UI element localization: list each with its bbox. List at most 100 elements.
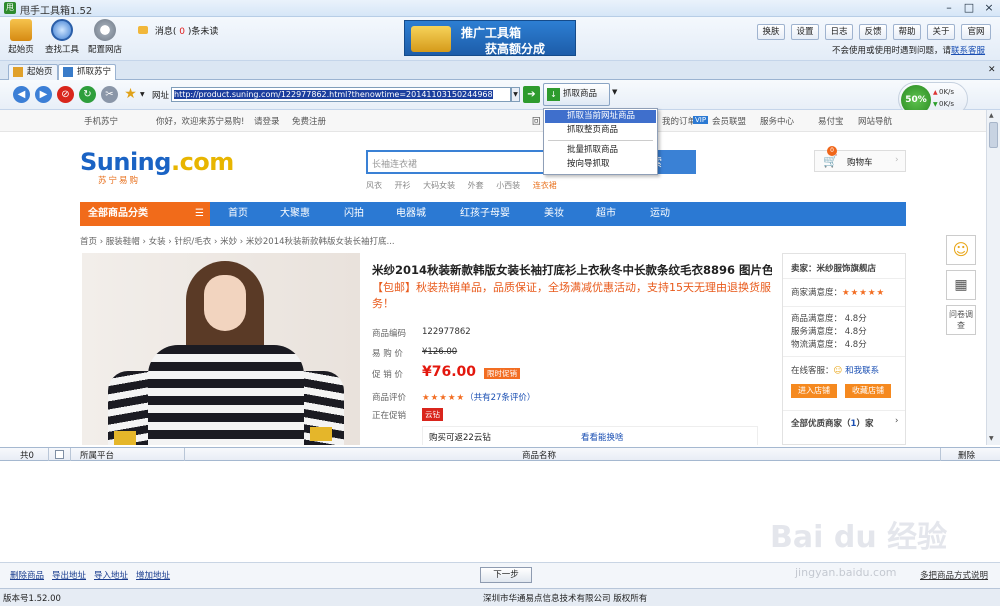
baidu-watermark-url: jingyan.baidu.com: [795, 566, 897, 579]
next-step-button[interactable]: 下一步: [480, 567, 532, 583]
scroll-thumb[interactable]: [989, 122, 998, 148]
home-icon: [13, 67, 23, 77]
favorite-store-button[interactable]: 收藏店铺: [845, 384, 891, 398]
limited-promo-badge: 限时促销: [484, 368, 521, 379]
review-count-link[interactable]: （共有27条评价）: [465, 393, 535, 403]
nav-sports[interactable]: 运动: [650, 202, 670, 226]
col-product-name[interactable]: 商品名称: [522, 449, 556, 461]
forward-arrow-icon[interactable]: ▶: [35, 86, 52, 103]
version-text: 版本号1.52.00: [3, 594, 61, 604]
web-scrollbar[interactable]: ▲ ▼: [986, 110, 1000, 445]
nav-appliance[interactable]: 电器城: [396, 202, 426, 226]
maximize-button[interactable]: □: [960, 1, 978, 15]
suning-nav: 全部商品分类 ☰ 首页 大聚惠 闪拍 电器城 红孩子母婴 美妆 超市 运动: [80, 202, 906, 226]
all-sellers-link[interactable]: 全部优质商家（1）家: [791, 417, 873, 429]
feedback-button[interactable]: 反馈: [859, 24, 887, 40]
grab-product-button[interactable]: ↓ 抓取商品: [543, 83, 610, 106]
smiley-service-icon[interactable]: ☺: [946, 235, 976, 265]
help-button[interactable]: 帮助: [893, 24, 921, 40]
breadcrumb[interactable]: 首页 › 服装鞋帽 › 女装 › 针织/毛衣 › 米妙 › 米妙2014秋装新款…: [80, 235, 395, 247]
suning-logo[interactable]: Suning.com: [80, 148, 234, 176]
tab-grab-suning[interactable]: 抓取苏宁: [58, 64, 117, 80]
refresh-icon[interactable]: ↻: [79, 86, 96, 103]
menu-batch-grab[interactable]: 批量抓取商品: [545, 144, 656, 157]
grab-dropdown-menu: 抓取当前网址商品 抓取整页商品 批量抓取商品 按向导抓取: [543, 108, 658, 175]
nav-flash[interactable]: 闪拍: [344, 202, 364, 226]
service-center-link[interactable]: 服务中心: [760, 115, 794, 127]
login-link[interactable]: 请登录: [254, 115, 280, 127]
address-bar: ◀ ▶ ⊘ ↻ ✂ ★ ▼ 网址 http://product.suning.c…: [0, 80, 1000, 110]
qr-code-icon[interactable]: ▦: [946, 270, 976, 300]
top-item-hidden[interactable]: 回: [532, 115, 541, 127]
nav-home[interactable]: 首页: [228, 202, 248, 226]
site-nav-link[interactable]: 网站导航: [858, 115, 892, 127]
col-delete[interactable]: 删除: [958, 449, 975, 461]
import-address-link[interactable]: 导入地址: [94, 569, 128, 581]
url-input[interactable]: http://product.suning.com/122977862.html…: [171, 87, 511, 102]
menu-grab-whole-page[interactable]: 抓取整页商品: [545, 124, 656, 137]
nav-baby[interactable]: 红孩子母婴: [460, 202, 510, 226]
enter-store-button[interactable]: 进入店铺: [791, 384, 837, 398]
seller-name[interactable]: 卖家：米纱服饰旗舰店: [791, 262, 876, 274]
star-icon[interactable]: ★: [122, 86, 139, 103]
tab-start-page[interactable]: 起始页: [8, 64, 58, 80]
product-title: 米纱2014秋装新款韩版女装长袖打底衫上衣秋冬中长款条纹毛衣8896 图片色 M: [372, 263, 772, 277]
yunzuan-badge: 云钻: [422, 408, 443, 421]
nav-jvhui[interactable]: 大聚惠: [280, 202, 310, 226]
see-exchange-link[interactable]: 看看能换啥: [581, 431, 624, 443]
find-tool-button[interactable]: 查找工具: [44, 19, 80, 55]
stop-icon[interactable]: ⊘: [57, 86, 74, 103]
message-count: 0: [179, 27, 185, 37]
go-arrow-icon[interactable]: ➔: [523, 86, 540, 103]
close-tab-icon[interactable]: ✕: [988, 65, 996, 75]
web-view[interactable]: 手机苏宁 你好，欢迎来苏宁易购! 请登录 免费注册 回 我的订单 VIP 会员联…: [0, 110, 986, 445]
contact-me-link[interactable]: 和我联系: [845, 366, 879, 376]
url-history-dropdown[interactable]: ▼: [511, 87, 520, 102]
export-address-link[interactable]: 导出地址: [52, 569, 86, 581]
select-all-checkbox[interactable]: [55, 450, 64, 459]
config-shop-button[interactable]: 配置网店: [86, 19, 124, 55]
mobile-suning-link[interactable]: 手机苏宁: [84, 115, 118, 127]
tools-icon[interactable]: ✂: [101, 86, 118, 103]
add-address-link[interactable]: 增加地址: [136, 569, 170, 581]
menu-grab-current-url[interactable]: 抓取当前网址商品: [545, 110, 656, 123]
scroll-up-icon[interactable]: ▲: [989, 112, 994, 119]
my-orders-link[interactable]: 我的订单: [662, 115, 696, 127]
epay-link[interactable]: 易付宝: [818, 115, 844, 127]
skin-button[interactable]: 换肤: [757, 24, 785, 40]
grab-method-help-link[interactable]: 多把商品方式说明: [920, 569, 988, 581]
review-row: 商品评价 ★★★★★（共有27条评价）: [372, 393, 536, 403]
col-platform[interactable]: 所属平台: [80, 449, 114, 461]
favorites-dropdown-icon[interactable]: ▼: [140, 91, 145, 98]
review-stars: ★★★★★: [422, 393, 466, 403]
promo-banner[interactable]: 推广工具箱 获高额分成: [404, 20, 576, 56]
tab-bar: 起始页 抓取苏宁 ✕: [0, 61, 1000, 80]
message-notice[interactable]: 消息( 0 )条未读: [138, 24, 218, 37]
nav-beauty[interactable]: 美妆: [544, 202, 564, 226]
member-union-link[interactable]: 会员联盟: [712, 115, 746, 127]
minimize-button[interactable]: –: [940, 1, 958, 15]
all-categories[interactable]: 全部商品分类 ☰: [80, 202, 210, 226]
contact-support-link[interactable]: 联系客服: [951, 46, 985, 56]
treasure-box-icon: [411, 26, 451, 52]
register-link[interactable]: 免费注册: [292, 115, 326, 127]
survey-button[interactable]: 问卷调查: [946, 305, 976, 335]
cart-button[interactable]: 🛒 0 购物车 ›: [814, 146, 906, 172]
home-icon: [10, 19, 32, 41]
website-button[interactable]: 官网: [961, 24, 991, 40]
menu-wizard-grab[interactable]: 按向导抓取: [545, 158, 656, 171]
product-image[interactable]: [82, 253, 360, 445]
download-arrow-icon: ▼: [933, 101, 938, 108]
close-button[interactable]: ×: [980, 1, 998, 15]
delete-product-link[interactable]: 删除商品: [10, 569, 44, 581]
about-button[interactable]: 关于: [927, 24, 955, 40]
scroll-down-icon[interactable]: ▼: [989, 435, 994, 442]
start-page-button[interactable]: 起始页: [6, 19, 36, 55]
settings-button[interactable]: 设置: [791, 24, 819, 40]
log-button[interactable]: 日志: [825, 24, 853, 40]
nav-supermarket[interactable]: 超市: [596, 202, 616, 226]
smiley-icon: ☺: [833, 366, 843, 376]
grab-dropdown-arrow[interactable]: ▼: [612, 88, 617, 96]
back-arrow-icon[interactable]: ◀: [13, 86, 30, 103]
vip-badge: VIP: [693, 116, 709, 124]
